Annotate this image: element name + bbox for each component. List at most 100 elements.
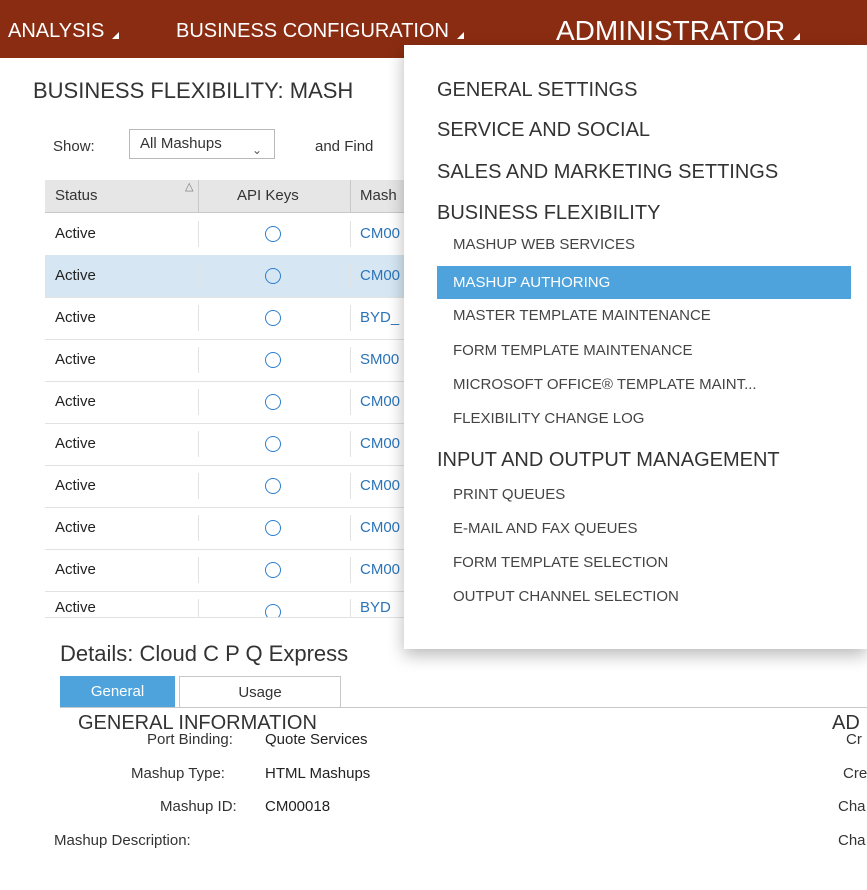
mashup-description-label: Mashup Description:: [54, 832, 191, 849]
menu-item-print-queues[interactable]: PRINT QUEUES: [453, 486, 565, 503]
table-row[interactable]: Active CM00: [45, 255, 425, 298]
cell-divider: [350, 431, 351, 457]
nav-business-configuration-label: BUSINESS CONFIGURATION: [176, 20, 449, 42]
mashup-id-link[interactable]: CM00: [360, 381, 400, 423]
radio-button[interactable]: [265, 436, 281, 452]
radio-button[interactable]: [265, 310, 281, 326]
cell-divider: [198, 473, 199, 499]
mashup-id-link[interactable]: BYD: [360, 591, 391, 617]
menu-item-sales-and-marketing-settings[interactable]: SALES AND MARKETING SETTINGS: [437, 161, 778, 184]
radio-button[interactable]: [265, 604, 281, 617]
radio-button[interactable]: [265, 394, 281, 410]
menu-item-mashup-authoring[interactable]: MASHUP AUTHORING: [437, 266, 851, 299]
menu-item-form-template-maintenance[interactable]: FORM TEMPLATE MAINTENANCE: [453, 342, 692, 359]
status-cell: Active: [55, 225, 96, 242]
cell-divider: [198, 431, 199, 457]
menu-item-input-and-output-management[interactable]: INPUT AND OUTPUT MANAGEMENT: [437, 449, 780, 472]
table-row[interactable]: Active CM00: [45, 381, 425, 424]
table-header: Status △ API Keys Mash: [45, 180, 425, 213]
menu-item-master-template-maintenance[interactable]: MASTER TEMPLATE MAINTENANCE: [453, 307, 711, 324]
cell-divider: [350, 305, 351, 331]
radio-button[interactable]: [265, 478, 281, 494]
table-row[interactable]: Active BYD: [45, 591, 425, 618]
nav-analysis[interactable]: ANALYSIS: [8, 0, 120, 58]
cell-divider: [198, 389, 199, 415]
status-cell: Active: [55, 435, 96, 452]
cell-divider: [350, 263, 351, 289]
mashup-id-link[interactable]: CM00: [360, 255, 400, 297]
status-cell: Active: [55, 267, 96, 284]
sort-ascending-icon[interactable]: △: [185, 180, 193, 193]
mashup-id-link[interactable]: CM00: [360, 465, 400, 507]
menu-item-email-and-fax-queues[interactable]: E-MAIL AND FAX QUEUES: [453, 520, 638, 537]
tab-usage[interactable]: Usage: [179, 676, 341, 708]
radio-button[interactable]: [265, 520, 281, 536]
mashup-id-link[interactable]: CM00: [360, 507, 400, 549]
mashup-id-link[interactable]: CM00: [360, 549, 400, 591]
column-header-mashup-id[interactable]: Mash: [360, 180, 397, 212]
chevron-down-icon: ⌄: [251, 143, 262, 157]
show-label: Show:: [53, 138, 95, 155]
cell-divider: [198, 347, 199, 373]
created-by-label: Cre: [843, 765, 867, 782]
table-row[interactable]: Active CM00: [45, 507, 425, 550]
mashup-id-link[interactable]: CM00: [360, 423, 400, 465]
mashup-id-link[interactable]: CM00: [360, 213, 400, 255]
radio-button[interactable]: [265, 562, 281, 578]
menu-item-microsoft-office-template-maintenance[interactable]: MICROSOFT OFFICE® TEMPLATE MAINT...: [453, 376, 757, 393]
column-divider[interactable]: [198, 180, 199, 212]
cell-divider: [350, 473, 351, 499]
cell-divider: [198, 305, 199, 331]
mashup-id-value: CM00018: [265, 798, 331, 815]
radio-button[interactable]: [265, 352, 281, 368]
status-cell: Active: [55, 393, 96, 410]
status-cell: Active: [55, 519, 96, 536]
menu-item-business-flexibility[interactable]: BUSINESS FLEXIBILITY: [437, 202, 660, 225]
column-header-status[interactable]: Status: [55, 180, 98, 212]
table-row[interactable]: Active CM00: [45, 423, 425, 466]
mashup-id-link[interactable]: BYD_: [360, 297, 399, 339]
column-header-api-keys[interactable]: API Keys: [237, 180, 299, 212]
mashup-id-link[interactable]: SM00: [360, 339, 399, 381]
status-cell: Active: [55, 561, 96, 578]
show-select-value: All Mashups: [140, 135, 222, 152]
page-title: BUSINESS FLEXIBILITY: MASH: [33, 78, 354, 103]
menu-item-mashup-web-services[interactable]: MASHUP WEB SERVICES: [453, 236, 635, 253]
table-row[interactable]: Active SM00: [45, 339, 425, 382]
cell-divider: [350, 221, 351, 247]
menu-item-service-and-social[interactable]: SERVICE AND SOCIAL: [437, 119, 650, 142]
cell-divider: [350, 347, 351, 373]
status-cell: Active: [55, 351, 96, 368]
find-label: and Find: [315, 138, 374, 155]
port-binding-value: Quote Services: [265, 731, 368, 748]
radio-button[interactable]: [265, 268, 281, 284]
menu-item-output-channel-selection[interactable]: OUTPUT CHANNEL SELECTION: [453, 588, 679, 605]
cell-divider: [350, 389, 351, 415]
port-binding-label: Port Binding:: [147, 731, 233, 748]
caret-down-icon: [457, 32, 464, 40]
mashup-type-label: Mashup Type:: [131, 765, 225, 782]
administrator-dropdown-menu: GENERAL SETTINGS SERVICE AND SOCIAL SALE…: [404, 45, 867, 649]
radio-button[interactable]: [265, 226, 281, 242]
cell-divider: [198, 599, 199, 617]
status-cell: Active: [55, 599, 96, 616]
menu-item-form-template-selection[interactable]: FORM TEMPLATE SELECTION: [453, 554, 668, 571]
table-row[interactable]: Active CM00: [45, 549, 425, 592]
table-row[interactable]: Active CM00: [45, 213, 425, 256]
menu-item-flexibility-change-log[interactable]: FLEXIBILITY CHANGE LOG: [453, 410, 644, 427]
cell-divider: [198, 263, 199, 289]
nav-analysis-label: ANALYSIS: [8, 20, 105, 42]
nav-administrator-label: ADMINISTRATOR: [556, 15, 786, 46]
table-row[interactable]: Active BYD_: [45, 297, 425, 340]
status-cell: Active: [55, 477, 96, 494]
cell-divider: [350, 515, 351, 541]
table-row[interactable]: Active CM00: [45, 465, 425, 508]
caret-down-icon: [793, 33, 801, 41]
column-divider[interactable]: [350, 180, 351, 212]
menu-item-mashup-authoring-label: MASHUP AUTHORING: [453, 274, 611, 291]
menu-item-general-settings[interactable]: GENERAL SETTINGS: [437, 79, 637, 102]
cell-divider: [350, 599, 351, 617]
show-select[interactable]: All Mashups ⌄: [129, 129, 275, 159]
mashup-type-value: HTML Mashups: [265, 765, 371, 782]
tab-general[interactable]: General: [60, 676, 175, 708]
